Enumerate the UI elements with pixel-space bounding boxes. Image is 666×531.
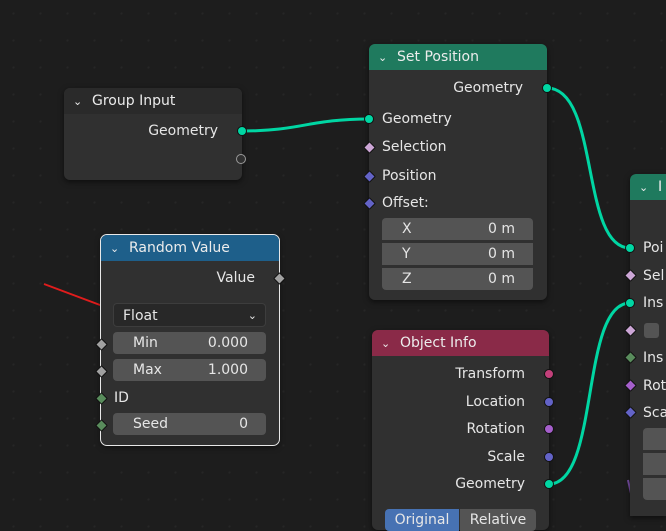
object-info-node[interactable]: ⌄ Object Info Transform Location Rotation… <box>372 330 554 531</box>
dropdown-value: Float <box>123 308 158 324</box>
field-value: 0.000 <box>207 335 248 351</box>
node-title: Object Info <box>400 335 477 351</box>
geometry-output-socket[interactable] <box>542 83 552 93</box>
random-value-node[interactable]: ⌄ Random Value Value Float ⌄ Min 0.000 Ma… <box>95 234 286 446</box>
set-position-header[interactable]: ⌄ Set Position <box>369 44 547 70</box>
empty-output-socket[interactable] <box>236 154 246 164</box>
chevron-down-icon[interactable]: ⌄ <box>110 236 122 262</box>
output-location: Location <box>372 390 549 414</box>
field-value: 0 <box>239 416 248 432</box>
location-output-socket[interactable] <box>544 397 554 407</box>
input-selection: Selection <box>369 135 547 159</box>
instance-on-points-node[interactable]: ⌄ I Poi Sel Ins Ins Rot Sca <box>630 174 666 516</box>
input-instance: Ins <box>630 291 666 315</box>
socket-label: Sel <box>643 268 665 284</box>
socket-label: Geometry <box>455 476 525 492</box>
tab-relative[interactable]: Relative <box>460 509 536 531</box>
transform-space-tabs: Original Relative <box>385 509 536 531</box>
scale-y-field[interactable] <box>643 453 666 475</box>
socket-label: Ins <box>643 350 664 366</box>
field-label: Seed <box>133 416 168 432</box>
link-setposition-instance <box>546 86 631 250</box>
output-geometry: Geometry <box>372 472 549 496</box>
socket-label: Poi <box>643 240 664 256</box>
field-label: Y <box>402 246 411 262</box>
transform-output-socket[interactable] <box>544 369 554 379</box>
offset-z-field[interactable]: Z 0 m <box>382 268 533 290</box>
field-value: 0 m <box>488 221 515 237</box>
socket-label: Geometry <box>453 80 523 96</box>
socket-label: Rotation <box>466 421 525 437</box>
socket-label: ID <box>114 390 129 406</box>
field-value: 1.000 <box>207 362 248 378</box>
scale-z-field[interactable] <box>643 478 666 500</box>
scale-output-socket[interactable] <box>544 452 554 462</box>
socket-label: Value <box>216 270 255 286</box>
socket-label: Ins <box>643 295 664 311</box>
socket-label: Scale <box>487 449 525 465</box>
node-title: Set Position <box>397 49 479 65</box>
link-groupinput-setposition <box>242 117 370 133</box>
field-label: Max <box>133 362 162 378</box>
output-geometry: Geometry <box>369 76 547 100</box>
socket-label: Geometry <box>148 123 218 139</box>
geometry-input-socket[interactable] <box>364 114 374 124</box>
tab-label: Relative <box>469 512 527 528</box>
node-title: Random Value <box>129 240 230 256</box>
field-label: Z <box>402 271 412 287</box>
chevron-down-icon: ⌄ <box>247 309 257 322</box>
group-input-node[interactable]: ⌄ Group Input Geometry <box>64 88 247 180</box>
input-position: Position <box>369 164 547 188</box>
socket-label: Location <box>465 394 525 410</box>
output-geometry: Geometry <box>64 119 242 143</box>
min-field[interactable]: Min 0.000 <box>113 332 266 354</box>
pick-instance-checkbox[interactable] <box>644 323 659 338</box>
socket-label: Transform <box>455 366 525 382</box>
scale-x-field[interactable] <box>643 428 666 450</box>
geometry-output-socket[interactable] <box>544 479 554 489</box>
object-info-header[interactable]: ⌄ Object Info <box>372 330 549 356</box>
chevron-down-icon[interactable]: ⌄ <box>639 175 651 201</box>
data-type-dropdown[interactable]: Float ⌄ <box>113 303 266 327</box>
set-position-node[interactable]: ⌄ Set Position Geometry Geometry Selectio… <box>363 44 552 300</box>
output-value: Value <box>101 266 279 290</box>
socket-label: Sca <box>643 405 666 421</box>
socket-label: Geometry <box>382 111 452 127</box>
field-value: 0 m <box>488 246 515 262</box>
socket-label: Offset: <box>382 195 429 211</box>
node-title: Group Input <box>92 93 176 109</box>
chevron-down-icon[interactable]: ⌄ <box>381 331 393 357</box>
max-field[interactable]: Max 1.000 <box>113 359 266 381</box>
input-points: Poi <box>630 236 666 260</box>
output-scale: Scale <box>372 445 549 469</box>
field-value: 0 m <box>488 271 515 287</box>
tab-label: Original <box>394 512 450 528</box>
instance-on-points-header[interactable]: ⌄ I <box>630 174 666 200</box>
output-rotation: Rotation <box>372 417 549 441</box>
tab-original[interactable]: Original <box>385 509 459 531</box>
seed-field[interactable]: Seed 0 <box>113 413 266 435</box>
chevron-down-icon[interactable]: ⌄ <box>73 89 85 115</box>
random-value-header[interactable]: ⌄ Random Value <box>101 235 279 261</box>
chevron-down-icon[interactable]: ⌄ <box>378 45 390 71</box>
output-transform: Transform <box>372 362 549 386</box>
link-objectinfo-instance <box>548 301 631 486</box>
input-offset: Offset: <box>369 191 547 215</box>
group-input-header[interactable]: ⌄ Group Input <box>64 88 242 114</box>
node-links <box>43 86 637 516</box>
socket-label: Rot <box>643 378 666 394</box>
rotation-output-socket[interactable] <box>544 424 554 434</box>
offset-y-field[interactable]: Y 0 m <box>382 243 533 265</box>
points-input-socket[interactable] <box>625 243 635 253</box>
offset-x-field[interactable]: X 0 m <box>382 218 533 240</box>
socket-label: Position <box>382 168 437 184</box>
geometry-output-socket[interactable] <box>237 126 247 136</box>
field-label: Min <box>133 335 158 351</box>
input-id: ID <box>101 386 279 410</box>
socket-label: Selection <box>382 139 447 155</box>
input-geometry: Geometry <box>369 107 547 131</box>
node-title: I <box>658 179 663 195</box>
instance-input-socket[interactable] <box>625 298 635 308</box>
field-label: X <box>402 221 412 237</box>
